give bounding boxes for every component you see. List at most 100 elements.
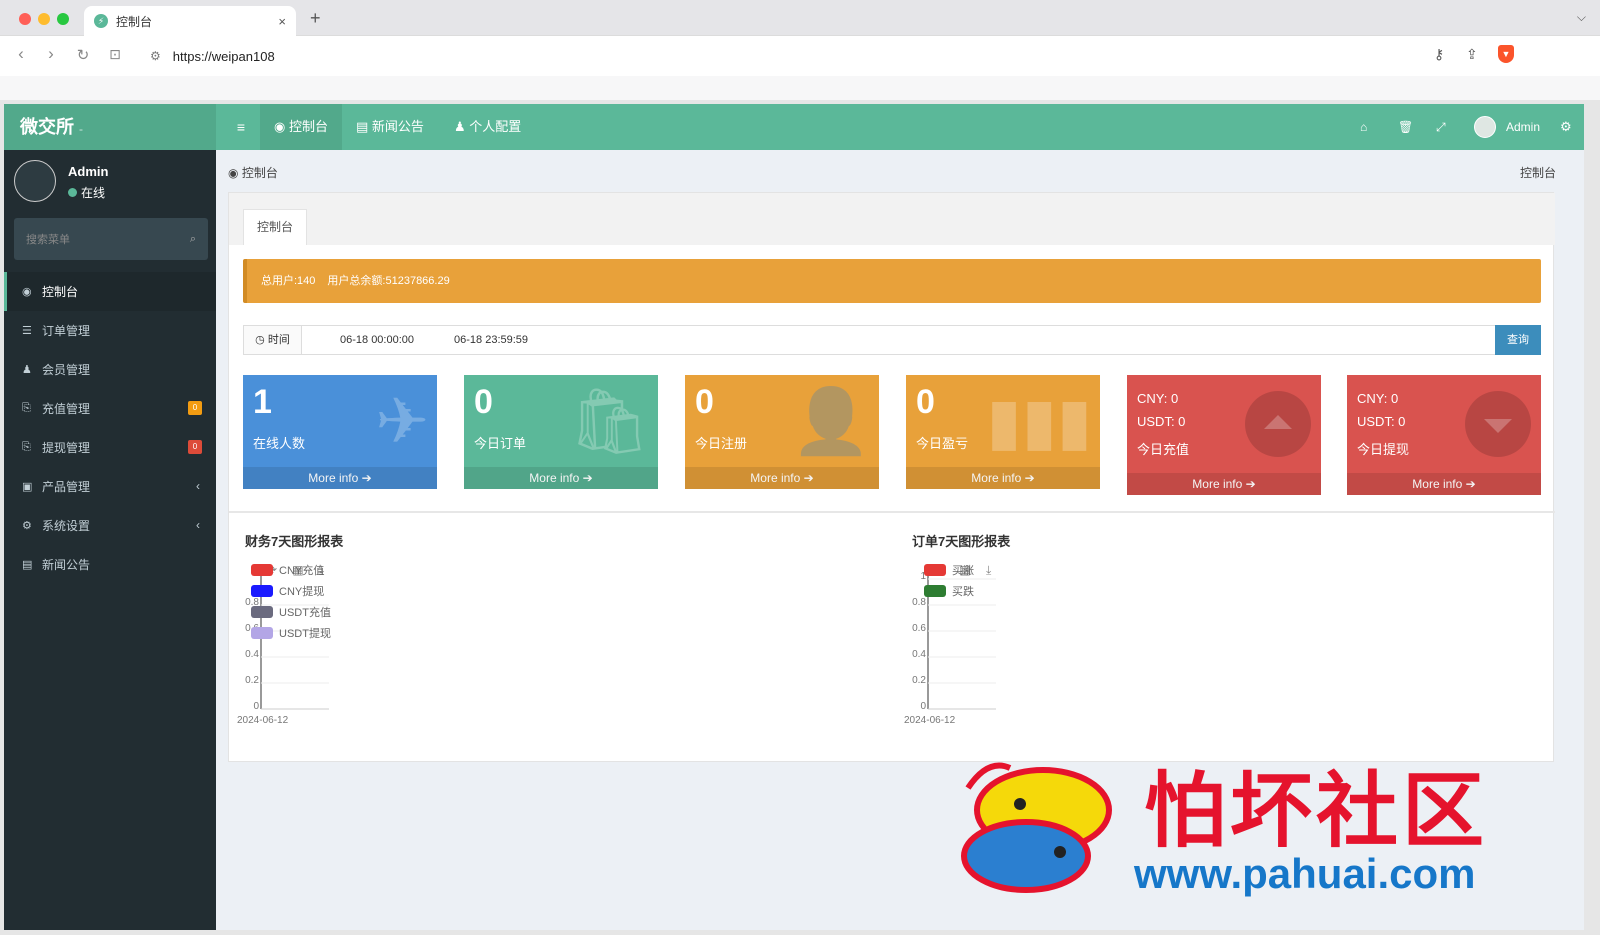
logo-text: 微交所	[20, 117, 74, 137]
share-icon[interactable]: ⇪	[1466, 46, 1478, 63]
end-time-input[interactable]: 06-18 23:59:59	[454, 334, 528, 346]
forward-icon[interactable]: ›	[40, 44, 62, 64]
user-plus-icon: 👤	[791, 385, 871, 457]
more-info-link[interactable]: More info ➔	[464, 467, 658, 489]
orders-chart: 订单7天图形报表 0 0.2 0.4 0.6 0.8 1 2024-06-12 …	[904, 523, 1324, 743]
fullscreen-icon[interactable]: ⤢	[1436, 104, 1446, 150]
menu-toggle-icon[interactable]: ≡	[222, 104, 260, 150]
minimize-window-button[interactable]	[38, 13, 50, 25]
stat-box-profit: 0 今日盈亏 ▮▮▮ More info ➔	[906, 375, 1100, 489]
legend-item[interactable]: USDT充值	[251, 601, 331, 622]
brave-shield-icon[interactable]: ▼	[1498, 45, 1514, 63]
legend-item[interactable]: CNY充值	[251, 559, 331, 580]
summary-alert: 总用户:140 用户总余额:51237866.29	[243, 259, 1541, 303]
sidebar-item-label: 新闻公告	[42, 558, 91, 572]
stat-label: 今日充值	[1137, 442, 1190, 457]
tab-dashboard[interactable]: 控制台	[243, 209, 307, 245]
product-icon: ▣	[22, 481, 33, 493]
logo[interactable]: 微交所 -	[4, 104, 216, 150]
legend-swatch	[924, 584, 946, 597]
divider	[229, 511, 1555, 513]
query-button[interactable]: 查询	[1495, 325, 1541, 355]
newspaper-icon: ▤	[22, 559, 33, 571]
watermark-text: 怕坏社区	[1144, 763, 1489, 859]
sidebar-item-label: 系统设置	[42, 519, 91, 533]
y-tick-label: 0.8	[912, 597, 926, 608]
stat-label: 今日订单	[474, 436, 527, 451]
legend-label: CNY提现	[279, 585, 325, 598]
sidebar-item-news[interactable]: ▤ 新闻公告	[4, 545, 216, 584]
legend-item[interactable]: CNY提现	[251, 580, 331, 601]
sidebar-item-label: 充值管理	[42, 402, 91, 416]
legend-label: USDT提现	[279, 627, 331, 640]
key-icon[interactable]: ⚷	[1434, 46, 1444, 63]
sidebar-item-withdraw[interactable]: ⎘ 提现管理 0	[4, 428, 216, 467]
sidebar-item-dashboard[interactable]: ◉ 控制台	[4, 272, 216, 311]
legend-item[interactable]: 买跌	[924, 580, 974, 601]
reload-icon[interactable]: ↻	[72, 46, 94, 64]
more-info-link[interactable]: More info ➔	[1127, 473, 1321, 495]
bookmark-icon[interactable]: ⊡	[104, 46, 126, 63]
list-icon: ☰	[22, 325, 32, 337]
user-avatar[interactable]	[1474, 116, 1496, 138]
more-info-link[interactable]: More info ➔	[906, 467, 1100, 489]
shield-icon: ⚡	[94, 14, 108, 28]
legend-item[interactable]: USDT提现	[251, 622, 331, 643]
legend-swatch	[251, 563, 273, 576]
sidebar-item-settings[interactable]: ⚙ 系统设置 ‹	[4, 506, 216, 545]
tab-list-chevron-icon[interactable]: ⌵	[1577, 10, 1586, 25]
top-user-name[interactable]: Admin	[1506, 104, 1540, 150]
legend-label: 买涨	[952, 564, 974, 577]
back-icon[interactable]: ‹	[10, 44, 32, 64]
more-info-link[interactable]: More info ➔	[243, 467, 437, 489]
top-nav-profile[interactable]: ♟ 个人配置	[440, 104, 535, 150]
more-info-link[interactable]: More info ➔	[685, 467, 879, 489]
close-window-button[interactable]	[19, 13, 31, 25]
top-nav-news[interactable]: ▤ 新闻公告	[342, 104, 438, 150]
sidebar-search-input[interactable]: 搜索菜单 ⌕	[14, 218, 208, 260]
more-info-link[interactable]: More info ➔	[1347, 473, 1541, 495]
sidebar-menu: ◉ 控制台 ☰ 订单管理 ♟ 会员管理 ⎘ 充值管理 0 ⎘ 提现管理 0 ▣ 产品管理 ‹ ⚙ 系…	[4, 272, 216, 584]
sidebar-item-orders[interactable]: ☰ 订单管理	[4, 311, 216, 350]
withdraw-icon: ⎘	[22, 441, 31, 453]
stat-label: 今日盈亏	[916, 436, 969, 451]
sidebar-item-products[interactable]: ▣ 产品管理 ‹	[4, 467, 216, 506]
maximize-window-button[interactable]	[57, 13, 69, 25]
logo-suffix: -	[79, 122, 84, 136]
stat-box-registrations: 0 今日注册 👤 More info ➔	[685, 375, 879, 489]
stat-value: 0	[474, 383, 493, 421]
status-text: 在线	[81, 186, 106, 200]
breadcrumb-text: 控制台	[241, 166, 278, 180]
browser-tab[interactable]: ⚡ 控制台 ×	[84, 6, 296, 36]
stat-value: 1	[253, 383, 272, 421]
new-tab-button[interactable]: +	[310, 8, 321, 29]
chevron-left-icon: ‹	[196, 479, 200, 493]
browser-chrome: ⚡ 控制台 × + ⌵ ‹ › ↻ ⊡ ⚙ https://weipan108 …	[0, 0, 1600, 100]
sidebar-item-label: 会员管理	[42, 363, 91, 377]
newspaper-icon: ▤	[356, 119, 369, 134]
stat-value: 0	[916, 383, 935, 421]
url-text[interactable]: https://weipan108	[173, 49, 275, 64]
sidebar-item-recharge[interactable]: ⎘ 充值管理 0	[4, 389, 216, 428]
start-time-input[interactable]: 06-18 00:00:00	[340, 334, 414, 346]
site-settings-icon[interactable]: ⚙	[150, 49, 161, 63]
y-tick-label: 0	[920, 701, 926, 712]
chart-title: 订单7天图形报表	[912, 534, 1011, 549]
address-bar[interactable]: ⚙ https://weipan108	[138, 40, 1524, 72]
legend-swatch	[251, 605, 273, 618]
legend-swatch	[251, 626, 273, 639]
search-icon[interactable]: ⌕	[190, 233, 196, 246]
time-label-text: 时间	[267, 334, 290, 346]
y-tick-label: 0	[253, 701, 259, 712]
home-icon[interactable]: ⌂	[1360, 104, 1367, 150]
sidebar-item-label: 提现管理	[42, 441, 91, 455]
gears-icon: ⚙	[22, 520, 32, 532]
sidebar-item-members[interactable]: ♟ 会员管理	[4, 350, 216, 389]
trash-icon[interactable]: 🗑	[1398, 104, 1413, 150]
top-nav-dashboard[interactable]: ◉ 控制台	[260, 104, 342, 150]
close-tab-icon[interactable]: ×	[278, 14, 286, 29]
recharge-count-badge: 0	[188, 401, 202, 415]
settings-icon[interactable]: ⚙	[1560, 104, 1572, 150]
legend-item[interactable]: 买涨	[924, 559, 974, 580]
y-tick-label: 0.4	[245, 649, 259, 660]
